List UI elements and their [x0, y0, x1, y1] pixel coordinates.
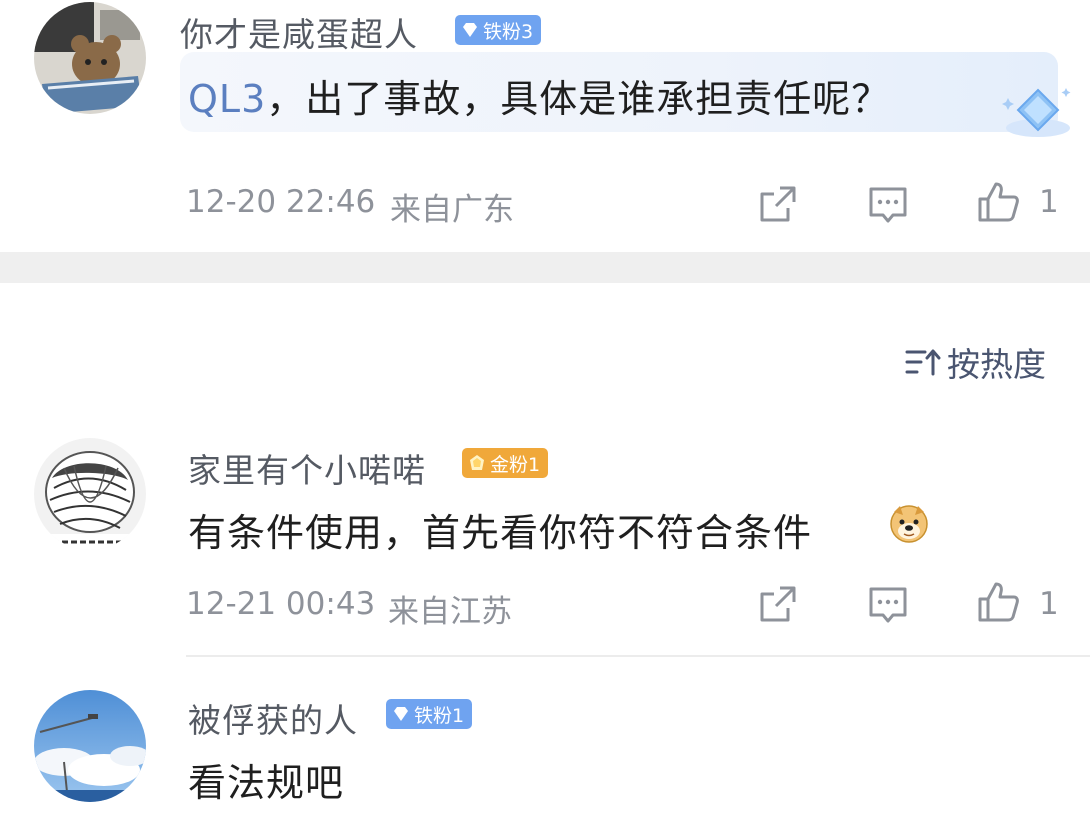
gold-gem-icon — [468, 454, 486, 472]
comment-location: 来自广东 — [390, 192, 514, 228]
fan-badge: 铁粉1 — [386, 699, 473, 729]
like-count: 1 — [1039, 586, 1059, 622]
like-icon[interactable] — [976, 580, 1020, 624]
diamond-icon — [392, 706, 410, 722]
like-count: 1 — [1039, 184, 1059, 220]
mention-link[interactable]: QL3 — [188, 77, 266, 121]
avatar[interactable] — [34, 438, 146, 550]
doge-emoji — [888, 502, 930, 544]
sort-button[interactable]: 按热度 — [905, 338, 1046, 386]
section-separator — [0, 252, 1090, 283]
share-icon[interactable] — [756, 582, 800, 626]
avatar[interactable] — [34, 690, 146, 802]
comment-text: 看法规吧 — [188, 752, 344, 807]
sort-label: 按热度 — [947, 345, 1046, 384]
username[interactable]: 被俘获的人 — [188, 694, 358, 742]
comment-text: 有条件使用，首先看你符不符合条件 — [188, 502, 812, 557]
diamond-decoration-icon — [1000, 82, 1076, 142]
diamond-icon — [461, 22, 479, 38]
share-icon[interactable] — [756, 182, 800, 226]
like-icon[interactable] — [976, 180, 1020, 224]
comment-date: 12-21 00:43 — [186, 586, 376, 622]
fan-badge: 金粉1 — [462, 448, 549, 478]
comment-body: ，出了事故，具体是谁承担责任呢？ — [266, 77, 891, 121]
comment-location: 来自江苏 — [388, 594, 512, 630]
comment-icon[interactable] — [866, 182, 910, 226]
fan-badge: 铁粉3 — [455, 15, 542, 45]
divider — [186, 655, 1090, 657]
comment-text: QL3，出了事故，具体是谁承担责任呢？ — [188, 68, 890, 123]
comment-body: 有条件使用，首先看你符不符合条件 — [188, 511, 813, 555]
badge-label: 铁粉3 — [483, 20, 534, 43]
badge-label: 金粉1 — [490, 453, 541, 476]
comment-date: 12-20 22:46 — [186, 184, 376, 220]
avatar[interactable] — [34, 2, 146, 114]
username[interactable]: 家里有个小喏喏 — [188, 444, 426, 492]
badge-label: 铁粉1 — [414, 704, 465, 727]
comment-body: 看法规吧 — [188, 761, 345, 805]
sort-icon — [905, 349, 941, 376]
comment-icon[interactable] — [866, 582, 910, 626]
username[interactable]: 你才是咸蛋超人 — [180, 8, 418, 56]
